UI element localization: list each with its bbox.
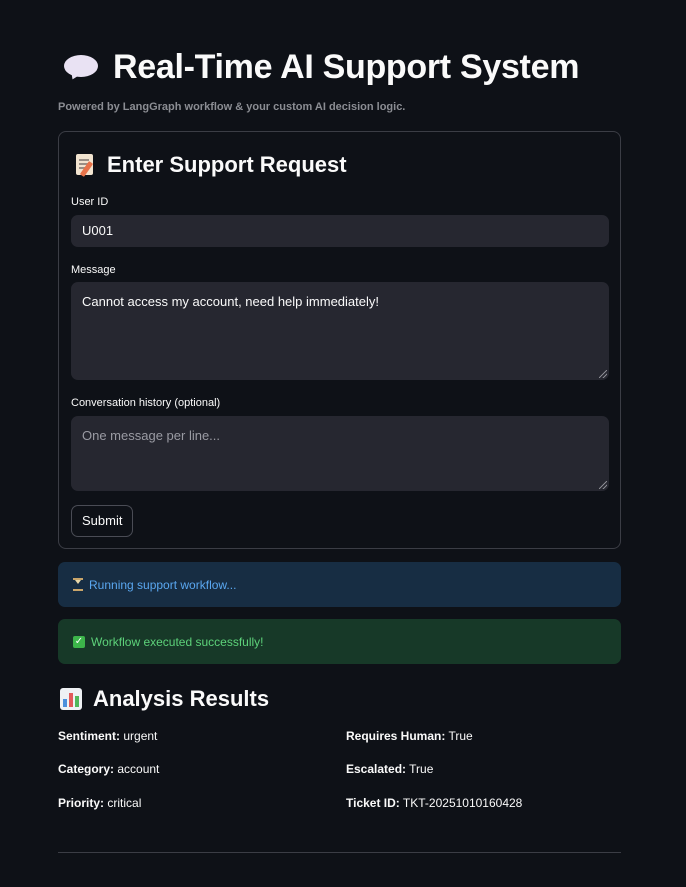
result-value: urgent (123, 729, 158, 743)
result-label: Priority: (58, 796, 105, 810)
result-sentiment: Sentiment: urgent (58, 729, 157, 743)
results-title: Analysis Results (93, 686, 270, 711)
results-header: Analysis Results (60, 686, 269, 712)
result-priority: Priority: critical (58, 796, 141, 810)
running-status-alert: Running support workflow... (58, 562, 621, 607)
result-requires-human: Requires Human: True (346, 729, 473, 743)
page-subtitle: Powered by LangGraph workflow & your cus… (58, 101, 406, 113)
memo-icon (75, 153, 95, 177)
resize-grip-icon[interactable] (599, 370, 607, 378)
running-status-text: Running support workflow... (89, 577, 237, 592)
check-box-icon: ✓ (73, 635, 85, 648)
bar-chart-icon (60, 688, 82, 710)
divider (58, 852, 621, 853)
page-header: Real-Time AI Support System (63, 46, 579, 88)
hourglass-icon (73, 578, 83, 591)
result-label: Category: (58, 762, 115, 776)
success-status-alert: ✓ Workflow executed successfully! (58, 619, 621, 664)
history-textarea[interactable]: One message per line... (71, 416, 609, 491)
resize-grip-icon[interactable] (599, 481, 607, 489)
result-value: True (448, 729, 473, 743)
form-header: Enter Support Request (75, 152, 347, 178)
result-escalated: Escalated: True (346, 762, 433, 776)
history-label: Conversation history (optional) (71, 397, 221, 409)
message-label: Message (71, 264, 116, 276)
success-status-text: Workflow executed successfully! (91, 634, 264, 649)
support-request-form: Enter Support Request User ID U001 Messa… (58, 131, 621, 549)
user-id-input[interactable]: U001 (71, 215, 609, 247)
result-value: critical (107, 796, 142, 810)
result-category: Category: account (58, 762, 159, 776)
speech-bubble-icon (63, 52, 99, 82)
result-label: Requires Human: (346, 729, 446, 743)
submit-button[interactable]: Submit (71, 505, 134, 537)
history-placeholder: One message per line... (82, 428, 221, 443)
form-title: Enter Support Request (107, 152, 347, 177)
result-ticket-id: Ticket ID: TKT-20251010160428 (346, 796, 522, 810)
user-id-label: User ID (71, 196, 109, 208)
result-value: True (409, 762, 434, 776)
page-title: Real-Time AI Support System (113, 47, 580, 86)
result-label: Escalated: (346, 762, 407, 776)
result-value: TKT-20251010160428 (402, 796, 523, 810)
message-textarea[interactable]: Cannot access my account, need help imme… (71, 282, 609, 380)
result-label: Ticket ID: (346, 796, 400, 810)
message-text: Cannot access my account, need help imme… (82, 294, 379, 309)
result-label: Sentiment: (58, 729, 121, 743)
result-value: account (117, 762, 160, 776)
